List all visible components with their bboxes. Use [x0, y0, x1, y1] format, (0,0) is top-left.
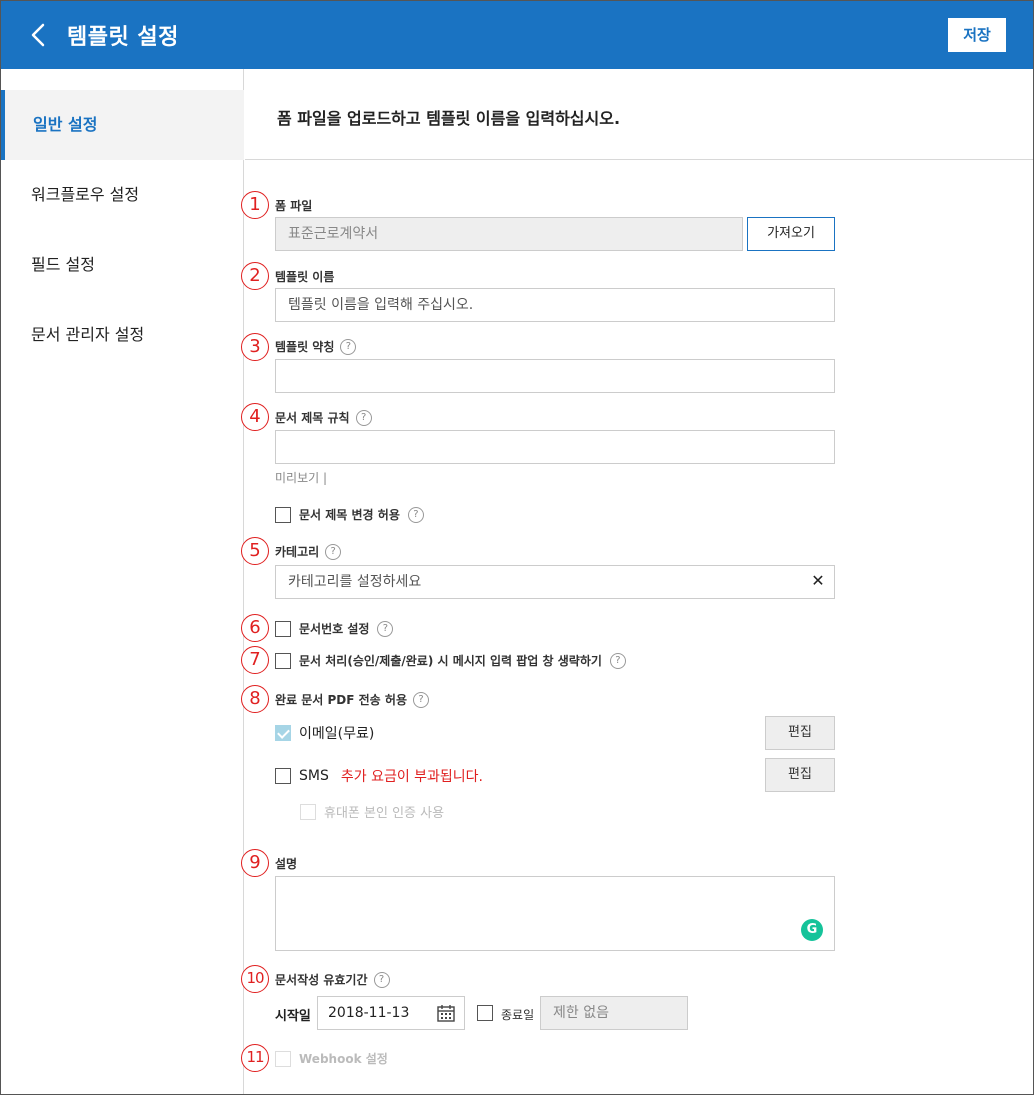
phone-auth-row: 휴대폰 본인 인증 사용	[300, 802, 444, 821]
email-checkbox[interactable]	[275, 725, 291, 741]
save-button[interactable]: 저장	[948, 18, 1006, 52]
marker-2: 2	[241, 262, 269, 290]
grammar-icon[interactable]: G	[801, 919, 823, 941]
template-name-input[interactable]: 템플릿 이름을 입력해 주십시오.	[275, 288, 835, 322]
form-file-field: 표준근로계약서	[275, 217, 743, 251]
back-arrow-icon[interactable]	[25, 19, 53, 51]
marker-3: 3	[241, 333, 269, 361]
doc-number-checkbox[interactable]	[275, 620, 291, 637]
template-abbr-input[interactable]	[275, 359, 835, 393]
help-icon[interactable]: ?	[377, 620, 394, 637]
validity-label: 문서작성 유효기간 ?	[275, 971, 390, 988]
marker-4: 4	[241, 403, 269, 431]
sidebar-item-workflow[interactable]: 워크플로우 설정	[1, 160, 244, 230]
description-label: 설명	[275, 855, 297, 872]
marker-11: 11	[241, 1044, 269, 1072]
phone-auth-label: 휴대폰 본인 인증 사용	[324, 806, 445, 821]
email-edit-button[interactable]: 편집	[765, 716, 835, 750]
allow-title-change-checkbox[interactable]	[275, 506, 291, 523]
marker-5: 5	[241, 537, 269, 565]
marker-6: 6	[241, 614, 269, 642]
allow-title-change-label: 문서 제목 변경 허용	[299, 508, 400, 522]
doc-title-rule-label: 문서 제목 규칙 ?	[275, 409, 372, 426]
description-label-text: 설명	[275, 857, 298, 871]
calendar-icon[interactable]	[437, 1004, 455, 1022]
window: 템플릿 설정 저장 일반 설정 워크플로우 설정 필드 설정 문서 관리자 설정…	[0, 0, 1034, 1095]
doc-title-rule-input[interactable]	[275, 430, 835, 464]
sms-edit-button[interactable]: 편집	[765, 758, 835, 792]
skip-popup-row[interactable]: 문서 처리(승인/제출/완료) 시 메시지 입력 팝업 창 생략하기 ?	[275, 652, 626, 669]
email-option-row[interactable]: 이메일(무료)	[275, 723, 374, 743]
sms-fee-note: 추가 요금이 부과됩니다.	[340, 769, 484, 785]
pdf-send-label-text: 완료 문서 PDF 전송 허용	[275, 693, 407, 707]
doc-number-row[interactable]: 문서번호 설정 ?	[275, 620, 394, 637]
start-date-label: 시작일	[275, 1009, 311, 1024]
doc-number-label: 문서번호 설정	[299, 622, 370, 636]
sms-option-row[interactable]: SMS 추가 요금이 부과됩니다.	[275, 766, 483, 786]
sidebar-item-general[interactable]: 일반 설정	[1, 90, 244, 160]
pdf-send-label: 완료 문서 PDF 전송 허용 ?	[275, 691, 429, 708]
help-icon[interactable]: ?	[340, 338, 357, 355]
phone-auth-checkbox	[300, 803, 316, 820]
category-input[interactable]: 카테고리를 설정하세요	[275, 565, 835, 599]
webhook-row: Webhook 설정	[275, 1050, 388, 1067]
intro-text: 폼 파일을 업로드하고 템플릿 이름을 입력하십시오.	[277, 109, 621, 128]
sidebar-item-fields[interactable]: 필드 설정	[1, 230, 244, 300]
end-date-input: 제한 없음	[540, 996, 688, 1030]
marker-8: 8	[241, 685, 269, 713]
marker-10: 10	[241, 965, 269, 993]
skip-popup-checkbox[interactable]	[275, 652, 291, 669]
help-icon[interactable]: ?	[407, 506, 424, 523]
marker-1: 1	[241, 191, 269, 219]
template-abbr-label-text: 템플릿 약칭	[275, 340, 335, 354]
sidebar-item-doc-admin[interactable]: 문서 관리자 설정	[1, 300, 244, 370]
end-date-label: 종료일	[501, 1008, 535, 1022]
template-name-label: 템플릿 이름	[275, 268, 334, 285]
import-button[interactable]: 가져오기	[747, 217, 835, 251]
category-label: 카테고리 ?	[275, 543, 342, 560]
help-icon[interactable]: ?	[609, 652, 626, 669]
form-file-label-text: 폼 파일	[275, 199, 313, 213]
webhook-label: Webhook 설정	[299, 1052, 388, 1066]
sidebar: 일반 설정 워크플로우 설정 필드 설정 문서 관리자 설정	[1, 69, 244, 1094]
form-file-label: 폼 파일	[275, 197, 312, 214]
email-option-label: 이메일(무료)	[299, 726, 375, 742]
category-label-text: 카테고리	[275, 545, 320, 559]
clear-icon[interactable]: ✕	[809, 571, 827, 591]
validity-label-text: 문서작성 유효기간	[275, 973, 368, 987]
template-abbr-label: 템플릿 약칭 ?	[275, 338, 357, 355]
app-header: 템플릿 설정 저장	[1, 1, 1033, 69]
end-date-checkbox[interactable]	[477, 1005, 493, 1021]
marker-9: 9	[241, 849, 269, 877]
help-icon[interactable]: ?	[355, 409, 372, 426]
help-icon[interactable]: ?	[373, 971, 390, 988]
doc-title-rule-label-text: 문서 제목 규칙	[275, 411, 350, 425]
help-icon[interactable]: ?	[413, 691, 429, 708]
sms-checkbox[interactable]	[275, 768, 291, 784]
skip-popup-label: 문서 처리(승인/제출/완료) 시 메시지 입력 팝업 창 생략하기	[299, 654, 602, 668]
webhook-checkbox	[275, 1050, 291, 1067]
preview-text: 미리보기 |	[275, 471, 328, 485]
template-name-label-text: 템플릿 이름	[275, 270, 335, 284]
help-icon[interactable]: ?	[325, 543, 342, 560]
divider	[245, 159, 1033, 160]
description-textarea[interactable]	[275, 876, 835, 951]
sms-option-label: SMS	[299, 768, 329, 784]
page-title: 템플릿 설정	[67, 25, 179, 50]
marker-7: 7	[241, 646, 269, 674]
allow-title-change-row[interactable]: 문서 제목 변경 허용 ?	[275, 506, 424, 523]
